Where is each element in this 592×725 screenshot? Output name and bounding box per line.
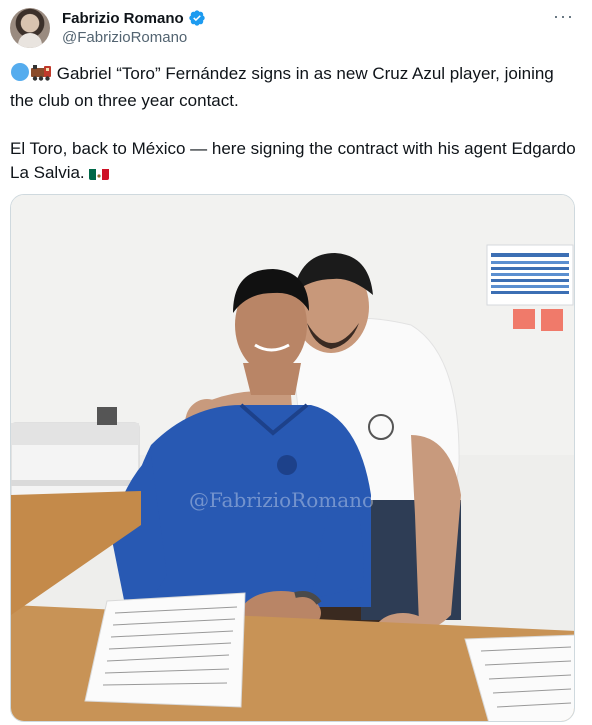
wall-poster <box>486 244 574 306</box>
train-icon <box>30 62 52 89</box>
photo-watermark: @FabrizioRomano <box>189 488 374 512</box>
sticky-note <box>541 309 563 331</box>
more-options-icon[interactable]: ··· <box>553 6 574 27</box>
avatar[interactable] <box>10 8 50 48</box>
blue-circle-icon <box>10 62 30 89</box>
signing-photo: @FabrizioRomano <box>11 195 574 721</box>
author-handle[interactable]: @FabrizioRomano <box>62 29 187 46</box>
tweet-header: Fabrizio Romano @FabrizioRomano ··· <box>0 0 592 56</box>
tweet-photo[interactable]: @FabrizioRomano <box>10 194 575 722</box>
author-display-name[interactable]: Fabrizio Romano <box>62 10 184 27</box>
contract-document <box>84 592 246 708</box>
sticky-note <box>513 309 535 329</box>
author-name-row[interactable]: Fabrizio Romano <box>62 8 206 28</box>
tweet-line-1: Gabriel “Toro” Fernández signs in as new… <box>10 64 559 110</box>
mexico-flag-icon <box>89 166 110 180</box>
tweet-text: Gabriel “Toro” Fernández signs in as new… <box>10 62 578 185</box>
verified-badge-icon <box>188 10 205 26</box>
